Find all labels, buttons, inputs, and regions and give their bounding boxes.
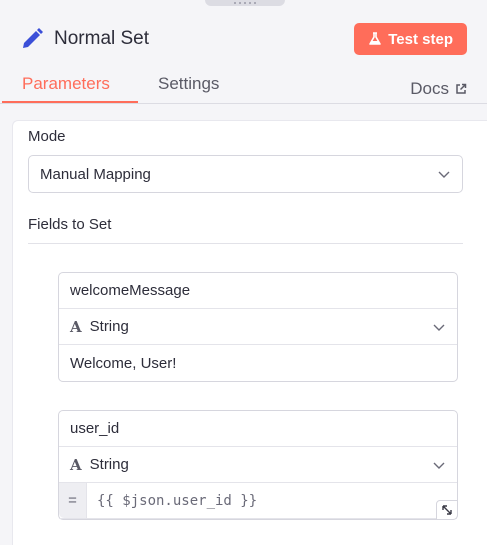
active-tab-indicator bbox=[2, 101, 138, 103]
field-value-input[interactable]: Welcome, User! bbox=[59, 345, 457, 381]
chevron-down-icon bbox=[438, 171, 450, 178]
string-type-icon: A bbox=[70, 455, 82, 474]
field-name-input[interactable]: welcomeMessage bbox=[59, 273, 457, 309]
external-link-icon bbox=[456, 83, 467, 94]
mode-label: Mode bbox=[28, 128, 66, 145]
field-type-select[interactable]: A String bbox=[59, 309, 457, 345]
mode-select[interactable]: Manual Mapping bbox=[28, 155, 463, 193]
expand-editor-button[interactable] bbox=[436, 500, 458, 520]
docs-label: Docs bbox=[410, 79, 449, 98]
field-type-value: String bbox=[89, 318, 129, 335]
type-wrap: A String bbox=[70, 456, 129, 474]
mode-value: Manual Mapping bbox=[40, 165, 151, 183]
chevron-down-icon bbox=[433, 324, 445, 331]
test-step-button[interactable]: Test step bbox=[354, 23, 467, 55]
node-header: Normal Set Test step bbox=[20, 20, 467, 58]
string-type-icon: A bbox=[70, 317, 82, 336]
parameters-panel: Mode Manual Mapping Fields to Set welcom… bbox=[12, 120, 487, 545]
field-type-select[interactable]: A String bbox=[59, 447, 457, 483]
expression-text: {{ $json.user_id }} bbox=[97, 492, 258, 509]
expand-icon bbox=[442, 505, 452, 515]
field-value-text: Welcome, User! bbox=[70, 354, 177, 372]
field-assignment: welcomeMessage A String Welcome, User! bbox=[58, 272, 458, 382]
drag-handle[interactable] bbox=[205, 0, 285, 6]
field-expression-input[interactable]: = {{ $json.user_id }} bbox=[59, 483, 457, 519]
field-name-value: user_id bbox=[70, 420, 120, 437]
section-divider bbox=[28, 243, 463, 244]
field-assignment: user_id A String = {{ $json.user_id }} bbox=[58, 410, 458, 520]
chevron-down-icon bbox=[433, 462, 445, 469]
tab-docs[interactable]: Docs bbox=[410, 74, 467, 104]
pencil-icon bbox=[23, 28, 43, 48]
field-name-value: welcomeMessage bbox=[70, 282, 191, 299]
tab-settings[interactable]: Settings bbox=[158, 74, 219, 104]
tab-parameters[interactable]: Parameters bbox=[22, 74, 110, 104]
field-name-input[interactable]: user_id bbox=[59, 411, 457, 447]
title-wrap: Normal Set bbox=[20, 27, 149, 51]
test-step-label: Test step bbox=[388, 30, 453, 48]
type-wrap: A String bbox=[70, 318, 129, 336]
tab-bar: Parameters Settings Docs bbox=[0, 66, 487, 104]
flask-icon bbox=[369, 32, 382, 45]
expression-indicator: = bbox=[59, 483, 87, 518]
fields-to-set-label: Fields to Set bbox=[28, 216, 112, 233]
node-title[interactable]: Normal Set bbox=[54, 28, 149, 50]
field-type-value: String bbox=[89, 456, 129, 473]
